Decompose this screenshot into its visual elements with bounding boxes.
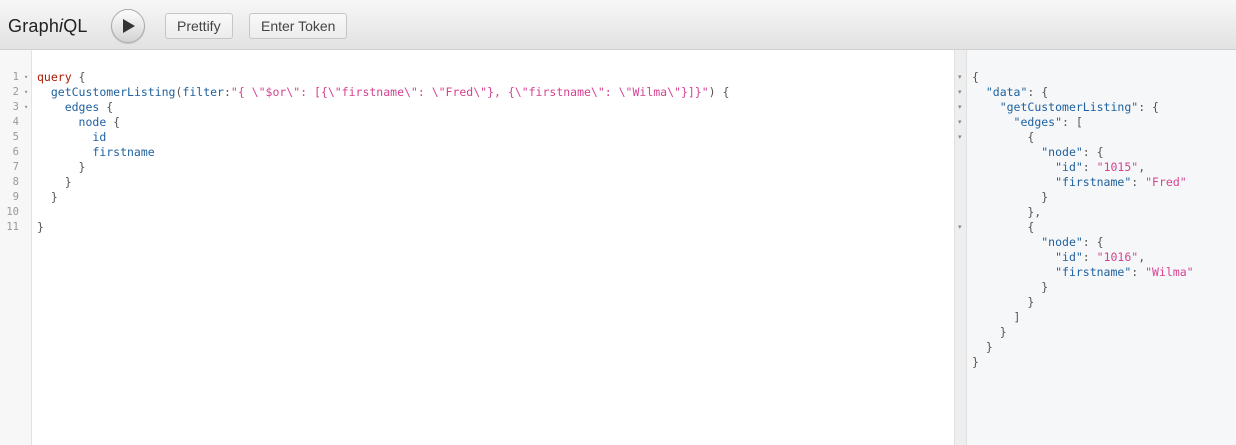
line-number-text: 8 — [12, 176, 19, 188]
json-key-firstname: "firstname" — [1055, 175, 1132, 189]
paren-close-brace: ) { — [708, 85, 730, 99]
line-number: 7 — [0, 160, 32, 175]
line-number-text: 9 — [12, 191, 19, 203]
line-number: 10 — [0, 205, 32, 220]
enter-token-button[interactable]: Enter Token — [249, 13, 348, 39]
fold-marker[interactable]: ▾ — [24, 85, 28, 100]
line-number-text: 11 — [6, 221, 19, 233]
app-title-prefix: Graph — [8, 16, 60, 36]
execute-query-button[interactable] — [111, 9, 145, 43]
line-number-text: 10 — [6, 206, 19, 218]
fold-marker[interactable]: ▾ — [958, 115, 962, 130]
json-value-firstname: "Fred" — [1145, 175, 1187, 189]
result-pane[interactable]: ▾ ▾ ▾ ▾ ▾ ▾ { "data": { "getCustomerList… — [955, 50, 1236, 445]
fold-marker[interactable]: ▾ — [958, 130, 962, 145]
brace-close: } — [64, 175, 72, 189]
line-number: 8 — [0, 175, 32, 190]
line-number: 2 ▾ — [0, 85, 32, 100]
keyword-query: query — [37, 70, 72, 84]
fold-marker[interactable]: ▾ — [958, 85, 962, 100]
json-key-node: "node" — [1041, 145, 1083, 159]
colon: : — [223, 85, 231, 99]
json-value-firstname: "Wilma" — [1145, 265, 1194, 279]
brace-open: { — [99, 100, 114, 114]
fold-marker[interactable]: ▾ — [958, 220, 962, 235]
line-number-gutter: 1 ▾ 2 ▾ 3 ▾ 4 5 6 7 8 9 10 11 — [0, 50, 32, 445]
json-key-data: "data" — [985, 85, 1028, 99]
brace-open: { — [71, 70, 86, 84]
fold-marker[interactable]: ▾ — [958, 70, 962, 85]
json-key-id: "id" — [1055, 250, 1083, 264]
line-number-text: 2 — [12, 86, 19, 98]
query-editor[interactable]: 1 ▾ 2 ▾ 3 ▾ 4 5 6 7 8 9 10 11 query { getCustomerList… — [0, 50, 955, 445]
line-number: 9 — [0, 190, 32, 205]
field-edges: edges — [64, 100, 100, 114]
line-number-text: 1 — [12, 71, 19, 83]
line-number-text: 4 — [12, 116, 19, 128]
line-number-text: 7 — [12, 161, 19, 173]
result-fold-gutter: ▾ ▾ ▾ ▾ ▾ ▾ — [955, 50, 967, 445]
brace-close: } — [37, 220, 44, 234]
fold-marker[interactable]: ▾ — [958, 100, 962, 115]
field-id: id — [92, 130, 107, 144]
field-getcustomerlisting: getCustomerListing — [50, 85, 176, 99]
line-number: 5 — [0, 130, 32, 145]
fold-marker[interactable]: ▾ — [24, 70, 28, 85]
field-firstname: firstname — [92, 145, 155, 159]
brace-close: } — [78, 160, 86, 174]
json-key-firstname: "firstname" — [1055, 265, 1132, 279]
json-value-id: "1016" — [1096, 250, 1139, 264]
line-number-text: 6 — [12, 146, 19, 158]
play-icon — [123, 19, 135, 33]
field-node: node — [78, 115, 107, 129]
filter-string-value: "{ \"$or\": [{\"firstname\": \"Fred\"}, … — [230, 85, 709, 99]
json-key-id: "id" — [1055, 160, 1083, 174]
line-number-text: 3 — [12, 101, 19, 113]
line-number-text: 5 — [12, 131, 19, 143]
json-key-node: "node" — [1041, 235, 1083, 249]
json-value-id: "1015" — [1096, 160, 1139, 174]
app-title: GraphiQL — [8, 16, 88, 37]
brace-open: { — [106, 115, 121, 129]
json-key-edges: "edges" — [1013, 115, 1063, 129]
query-code[interactable]: query { getCustomerListing(filter:"{ \"$… — [37, 70, 729, 235]
toolbar: GraphiQL Prettify Enter Token — [0, 0, 1236, 50]
line-number: 3 ▾ — [0, 100, 32, 115]
fold-marker[interactable]: ▾ — [24, 100, 28, 115]
line-number: 4 — [0, 115, 32, 130]
app-title-suffix: QL — [63, 16, 88, 36]
json-key-getcustomerlisting: "getCustomerListing" — [999, 100, 1139, 114]
line-number: 1 ▾ — [0, 70, 32, 85]
line-number: 6 — [0, 145, 32, 160]
line-number: 11 — [0, 220, 32, 235]
prettify-button[interactable]: Prettify — [165, 13, 233, 39]
brace-close: } — [50, 190, 58, 204]
result-json: { "data": { "getCustomerListing": { "edg… — [972, 70, 1194, 369]
argument-filter: filter — [182, 85, 224, 99]
